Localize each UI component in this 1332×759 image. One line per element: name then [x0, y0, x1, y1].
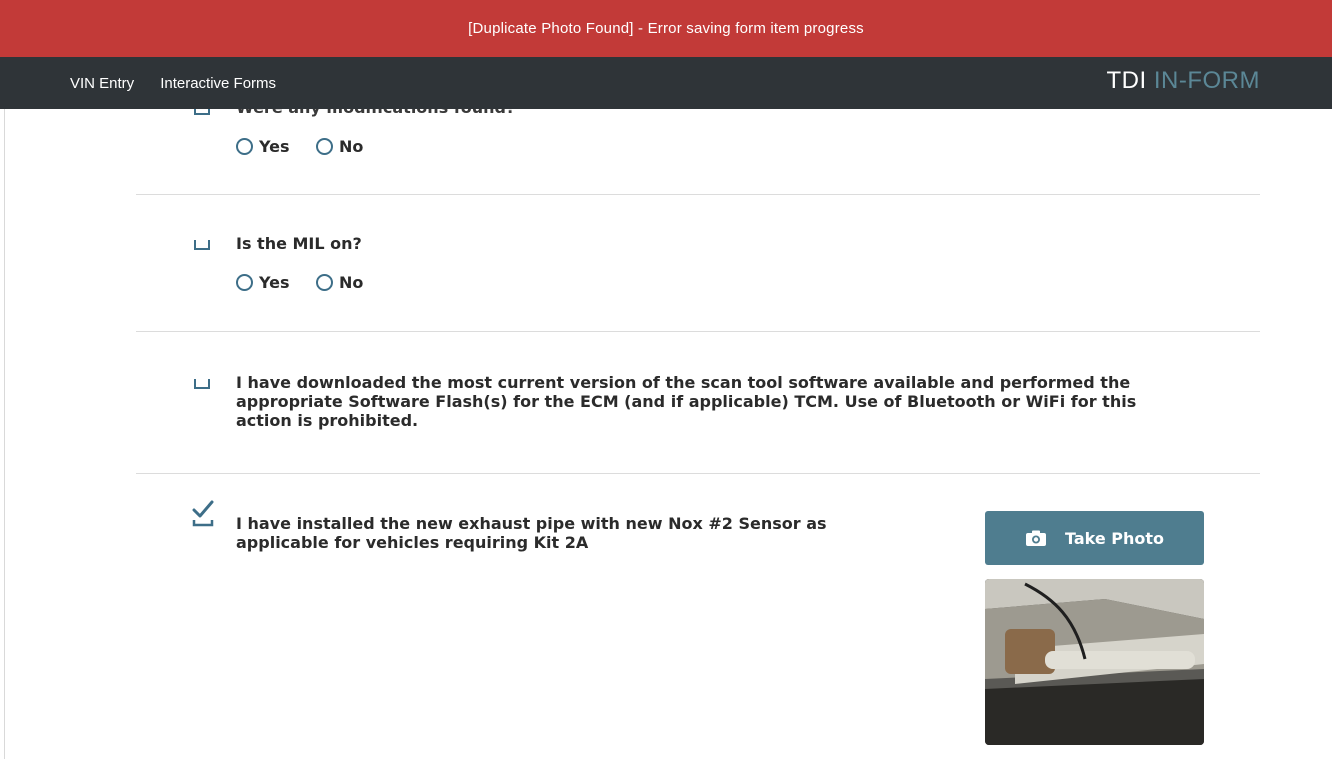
radio-icon [316, 274, 333, 291]
take-photo-button[interactable]: Take Photo [985, 511, 1204, 565]
section-divider [136, 194, 1260, 195]
uploaded-photo-thumbnail[interactable] [985, 579, 1204, 745]
top-nav: VIN Entry Interactive Forms TDI IN-FORM [0, 57, 1332, 109]
radio-label: No [339, 273, 364, 292]
checkbox-icon[interactable] [194, 379, 210, 389]
q0-no-radio[interactable]: No [316, 137, 363, 156]
brand-primary: TDI [1106, 67, 1147, 94]
radio-icon [236, 138, 253, 155]
radio-label: No [339, 137, 364, 156]
question-line: appropriate Software Flash(s) for the EC… [236, 392, 1137, 411]
question-line: I have installed the new exhaust pipe wi… [236, 514, 827, 533]
checked-checkbox-icon[interactable] [192, 499, 216, 527]
question-exhaust-pipe: I have installed the new exhaust pipe wi… [236, 514, 827, 552]
exhaust-photo-image [985, 579, 1204, 745]
left-border [4, 109, 5, 759]
q1-no-radio[interactable]: No [316, 273, 363, 292]
nav-interactive-forms[interactable]: Interactive Forms [160, 75, 276, 92]
checkbox-icon[interactable] [194, 109, 210, 115]
brand-logo: TDI IN-FORM [1107, 67, 1261, 95]
q1-yes-radio[interactable]: Yes [236, 273, 290, 292]
question-mil: Is the MIL on? [236, 234, 362, 253]
q0-yes-radio[interactable]: Yes [236, 137, 290, 156]
checkbox-icon[interactable] [194, 240, 210, 250]
section-divider [136, 473, 1260, 474]
brand-secondary: IN-FORM [1153, 67, 1260, 94]
radio-label: Yes [259, 137, 290, 156]
error-banner: [Duplicate Photo Found] - Error saving f… [0, 0, 1332, 57]
section-divider [136, 331, 1260, 332]
radio-icon [236, 274, 253, 291]
error-message: [Duplicate Photo Found] - Error saving f… [468, 20, 864, 37]
question-line: applicable for vehicles requiring Kit 2A [236, 533, 589, 552]
form-content: Were any modifications found? Yes No Is … [0, 109, 1332, 759]
question-line: I have downloaded the most current versi… [236, 373, 1131, 392]
radio-label: Yes [259, 273, 290, 292]
take-photo-label: Take Photo [1064, 528, 1165, 548]
question-text: Were any modifications found? [236, 109, 515, 117]
question-line: action is prohibited. [236, 411, 419, 430]
camera-icon [1025, 530, 1046, 546]
radio-icon [316, 138, 333, 155]
question-software-flash: I have downloaded the most current versi… [236, 373, 1136, 430]
nav-vin-entry[interactable]: VIN Entry [70, 75, 134, 92]
